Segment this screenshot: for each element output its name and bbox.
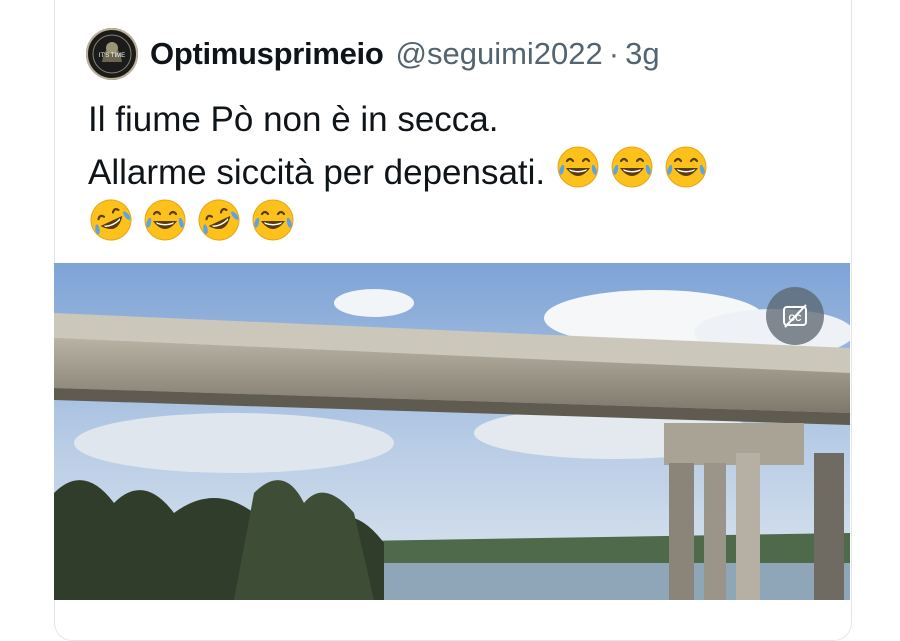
tweet-line-3 [88,197,828,250]
tweet-time[interactable]: 3g [625,36,659,72]
tweet-line-2: Allarme siccità per depensati. [88,153,546,192]
avatar-image: IT'S TIME [86,28,138,80]
rofl-emoji-icon [90,199,132,241]
tweet-header: IT'S TIME Optimusprimeio @seguimi2022 · … [86,27,660,81]
joy-emoji-icon [611,146,653,188]
tweet-video[interactable] [54,263,850,600]
joy-emoji-icon [665,146,707,188]
tweet-line-1: Il fiume Pò non è in secca. [88,100,499,139]
emoji-group-line-3 [88,197,296,243]
rofl-emoji-icon [198,199,240,241]
tweet-text: Il fiume Pò non è in secca. Allarme sicc… [88,96,828,250]
joy-emoji-icon [252,199,294,241]
bridge-video-frame [54,263,850,600]
joy-emoji-icon [557,146,599,188]
user-handle[interactable]: @seguimi2022 [396,36,603,72]
svg-text:IT'S TIME: IT'S TIME [99,53,125,59]
emoji-group-line-2 [555,144,709,190]
tweet-line-2-wrap: Allarme siccità per depensati. [88,144,828,197]
captions-off-icon: CC [783,304,807,328]
separator-dot: · [608,36,620,71]
joy-emoji-icon [144,199,186,241]
display-name[interactable]: Optimusprimeio [150,36,384,72]
captions-button[interactable]: CC [766,287,824,345]
avatar[interactable]: IT'S TIME [86,28,138,80]
